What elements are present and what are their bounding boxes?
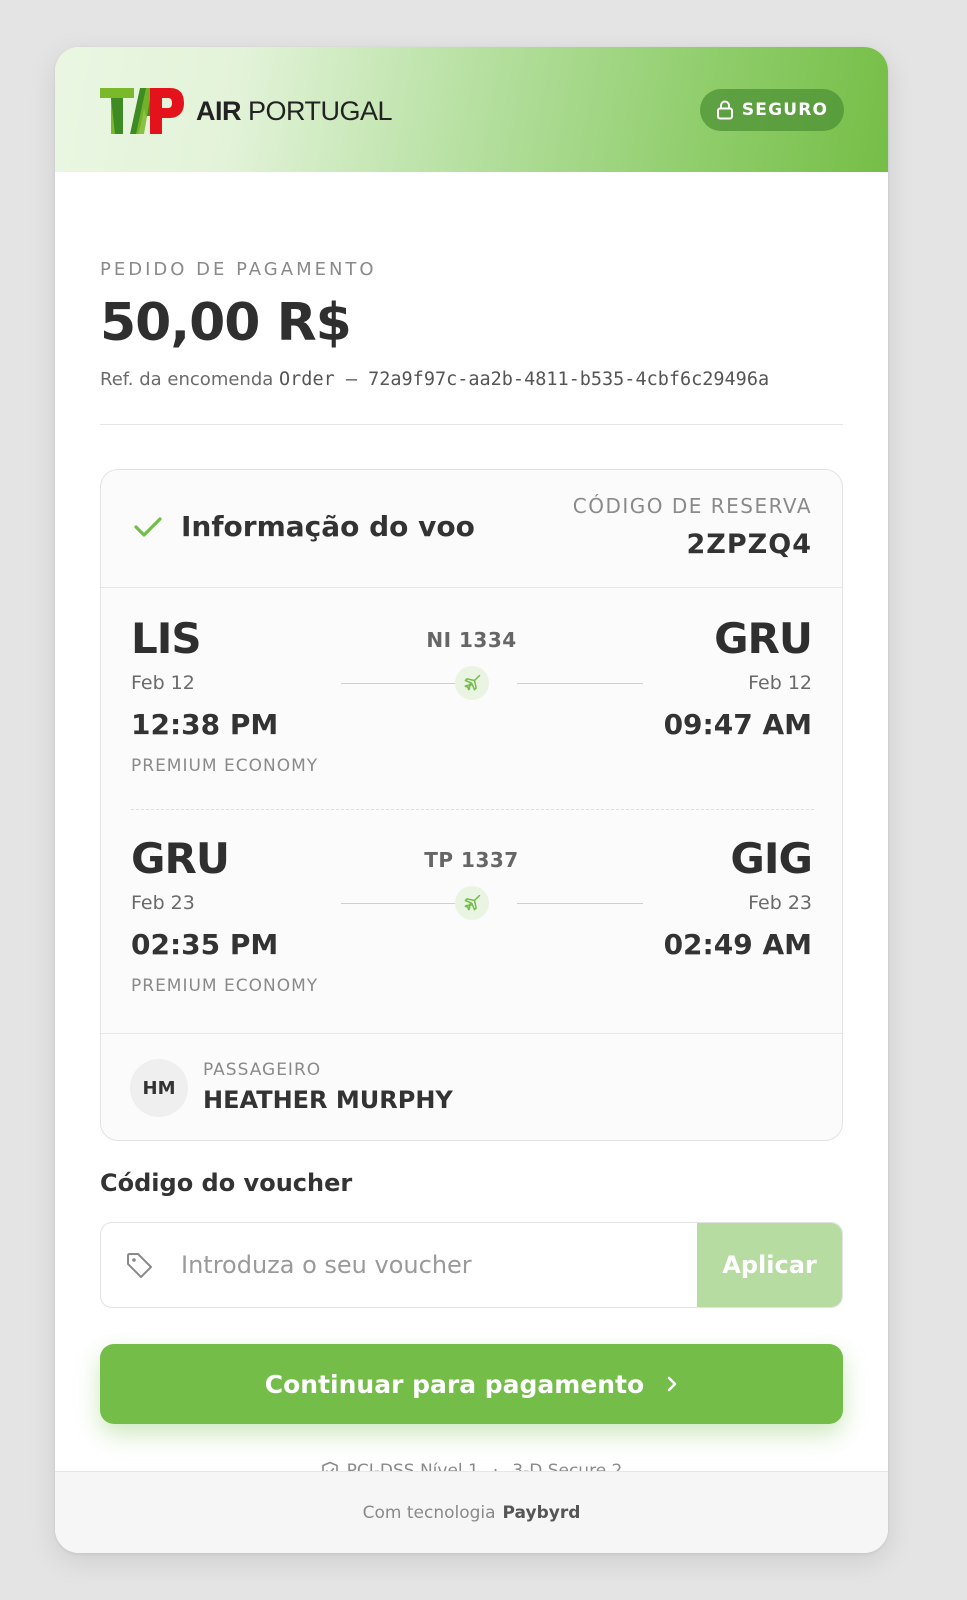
avatar: HM	[130, 1059, 188, 1117]
departure-date: Feb 12	[131, 672, 195, 694]
departure-time: 02:35 PM	[131, 928, 279, 961]
secure-badge-label: SEGURO	[741, 100, 829, 120]
tap-logo-mark	[100, 88, 184, 134]
departure-date: Feb 23	[131, 892, 195, 914]
order-ref-value: Order – 72a9f97c-aa2b-4811-b535-4cbf6c29…	[279, 369, 770, 390]
flight-segment: LIS NI 1334 GRU Feb 12 Feb 12 12:38 PM 0…	[101, 588, 842, 798]
check-icon	[134, 516, 162, 537]
tap-logo: AIR PORTUGAL	[100, 85, 393, 137]
voucher-label: Código do voucher	[100, 1169, 353, 1197]
card-header: AIR PORTUGAL SEGURO	[55, 47, 888, 172]
flight-info-header: Informação do voo CÓDIGO DE RESERVA 2ZPZ…	[101, 470, 842, 588]
provider-name: Paybyrd	[502, 1502, 581, 1523]
brand-wordmark: AIR PORTUGAL	[196, 95, 393, 126]
route-line	[341, 903, 467, 904]
arrival-date: Feb 23	[748, 892, 812, 914]
passenger-row: HM PASSAGEIRO HEATHER MURPHY	[101, 1033, 842, 1140]
arrival-time: 09:47 AM	[663, 708, 812, 741]
voucher-input[interactable]	[181, 1223, 681, 1307]
payment-card: AIR PORTUGAL SEGURO PEDIDO DE PAGAMENTO …	[55, 47, 888, 1553]
arrival-date: Feb 12	[748, 672, 812, 694]
arrival-airport: GRU	[714, 614, 813, 663]
arrival-time: 02:49 AM	[663, 928, 812, 961]
payment-request-label: PEDIDO DE PAGAMENTO	[100, 259, 377, 280]
order-reference: Ref. da encomenda Order – 72a9f97c-aa2b-…	[100, 369, 769, 390]
flight-info-title-text: Informação do voo	[181, 510, 475, 543]
payment-amount: 50,00 R$	[100, 293, 352, 353]
cabin-class: PREMIUM ECONOMY	[131, 976, 319, 996]
flight-segment: GRU TP 1337 GIG Feb 23 Feb 23 02:35 PM 0…	[101, 810, 842, 1020]
route-line	[341, 683, 467, 684]
apply-voucher-button[interactable]: Aplicar	[697, 1223, 842, 1307]
tag-icon	[127, 1253, 152, 1278]
continue-to-payment-button[interactable]: Continuar para pagamento	[100, 1344, 843, 1424]
flight-info-title: Informação do voo	[133, 510, 475, 543]
route-line	[517, 683, 643, 684]
powered-by-text: Com tecnologia	[362, 1502, 496, 1523]
order-ref-label: Ref. da encomenda	[100, 369, 274, 390]
divider	[100, 424, 843, 425]
reservation-code-label: CÓDIGO DE RESERVA	[572, 494, 812, 518]
passenger-label: PASSAGEIRO	[203, 1060, 322, 1080]
footer: Com tecnologia Paybyrd	[55, 1471, 888, 1553]
reservation-code: 2ZPZQ4	[686, 529, 812, 560]
secure-badge: SEGURO	[700, 89, 844, 131]
plane-icon	[455, 666, 489, 700]
flight-info-panel: Informação do voo CÓDIGO DE RESERVA 2ZPZ…	[100, 469, 843, 1141]
arrival-airport: GIG	[730, 834, 813, 883]
continue-button-label: Continuar para pagamento	[264, 1369, 645, 1399]
route-line	[517, 903, 643, 904]
chevron-right-icon	[667, 1376, 677, 1392]
departure-time: 12:38 PM	[131, 708, 279, 741]
voucher-field: Aplicar	[100, 1222, 843, 1308]
lock-icon	[716, 100, 733, 120]
plane-icon	[455, 886, 489, 920]
cabin-class: PREMIUM ECONOMY	[131, 756, 319, 776]
passenger-name: HEATHER MURPHY	[203, 1086, 453, 1114]
